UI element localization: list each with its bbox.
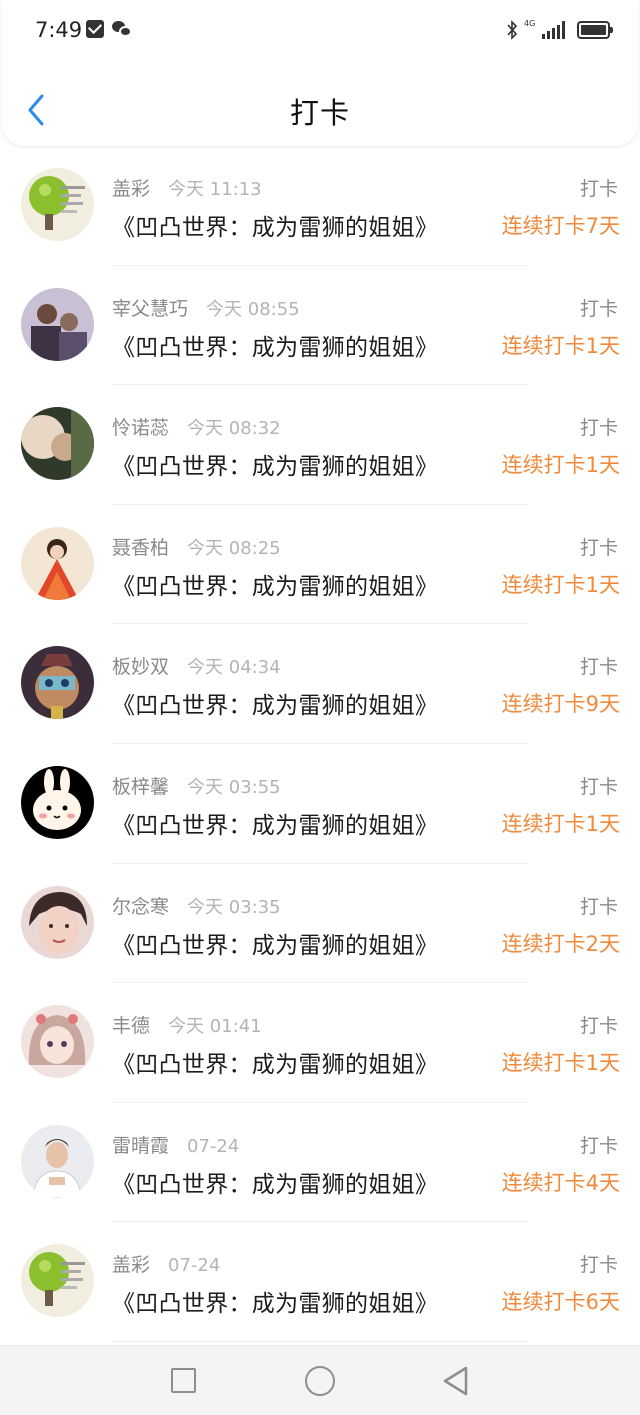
- checkin-tag: 打卡: [579, 536, 618, 559]
- book-title[interactable]: 《凹凸世界：成为雷狮的姐姐》: [112, 208, 438, 242]
- user-name[interactable]: 宰父慧巧: [112, 294, 188, 321]
- book-title[interactable]: 《凹凸世界：成为雷狮的姐姐》: [112, 1165, 438, 1199]
- checkin-time: 07-24: [187, 1135, 240, 1157]
- checkin-row[interactable]: 宰父慧巧 今天 08:55 《凹凸世界：成为雷狮的姐姐》 打卡 连续打卡1天: [0, 266, 640, 386]
- checkin-row[interactable]: 聂香柏 今天 08:25 《凹凸世界：成为雷狮的姐姐》 打卡 连续打卡1天: [0, 505, 640, 625]
- nav-back-button[interactable]: [441, 1365, 471, 1397]
- book-title[interactable]: 《凹凸世界：成为雷狮的姐姐》: [112, 447, 438, 481]
- checkin-time: 今天 03:55: [187, 776, 281, 798]
- checkin-time: 今天 08:25: [187, 537, 281, 559]
- man-avatar[interactable]: [21, 1124, 94, 1198]
- checkin-time: 今天 08:55: [206, 298, 300, 320]
- checkin-row[interactable]: 板梓馨 今天 03:55 《凹凸世界：成为雷狮的姐姐》 打卡 连续打卡1天: [0, 744, 640, 864]
- signal-icon: 4G: [524, 19, 565, 39]
- wechat-icon: [112, 20, 132, 38]
- book-title[interactable]: 《凹凸世界：成为雷狮的姐姐》: [112, 567, 438, 601]
- header-card: 7:49 4G 打卡: [2, 0, 638, 146]
- checkin-row[interactable]: 盖彩 今天 11:13 《凹凸世界：成为雷狮的姐姐》 打卡 连续打卡7天: [0, 146, 640, 266]
- checkin-time: 07-24: [168, 1255, 221, 1277]
- lime-avatar[interactable]: [21, 1244, 94, 1318]
- checkin-row[interactable]: 怜诺蕊 今天 08:32 《凹凸世界：成为雷狮的姐姐》 打卡 连续打卡1天: [0, 385, 640, 505]
- streak-label: 连续打卡1天: [501, 811, 620, 836]
- book-title[interactable]: 《凹凸世界：成为雷狮的姐姐》: [112, 328, 438, 362]
- bluetooth-icon: [507, 20, 518, 40]
- checkin-tag: 打卡: [579, 178, 618, 200]
- checkin-time: 今天 08:32: [187, 418, 281, 440]
- lime-avatar[interactable]: [21, 168, 94, 241]
- user-name[interactable]: 板妙双: [112, 652, 169, 679]
- checkin-tag: 打卡: [579, 656, 618, 679]
- streak-label: 连续打卡4天: [501, 1170, 620, 1195]
- checkin-row[interactable]: 板妙双 今天 04:34 《凹凸世界：成为雷狮的姐姐》 打卡 连续打卡9天: [0, 624, 640, 744]
- status-time: 7:49: [35, 18, 83, 42]
- checkin-tag: 打卡: [579, 1134, 618, 1157]
- streak-label: 连续打卡2天: [501, 931, 620, 956]
- streak-label: 连续打卡6天: [501, 1290, 620, 1315]
- anime-avatar[interactable]: [21, 646, 94, 720]
- book-title[interactable]: 《凹凸世界：成为雷狮的姐姐》: [112, 1045, 438, 1079]
- streak-label: 连续打卡1天: [501, 572, 620, 597]
- bunny-avatar[interactable]: [21, 765, 94, 839]
- user-name[interactable]: 雷晴霞: [112, 1131, 169, 1158]
- streak-label: 连续打卡1天: [501, 453, 620, 478]
- battery-icon: [577, 21, 613, 39]
- checkin-tag: 打卡: [579, 775, 618, 798]
- checkin-tag: 打卡: [579, 417, 618, 440]
- user-name[interactable]: 丰德: [112, 1011, 150, 1038]
- face-avatar[interactable]: [21, 885, 94, 959]
- book-title[interactable]: 《凹凸世界：成为雷狮的姐姐》: [112, 686, 438, 720]
- checkin-tag: 打卡: [579, 895, 618, 918]
- checkin-tag: 打卡: [579, 297, 618, 320]
- book-title[interactable]: 《凹凸世界：成为雷狮的姐姐》: [112, 926, 438, 960]
- recent-apps-button[interactable]: [171, 1368, 196, 1393]
- checkin-time: 今天 01:41: [168, 1016, 262, 1038]
- user-name[interactable]: 板梓馨: [112, 772, 169, 799]
- streak-label: 连续打卡1天: [501, 333, 620, 358]
- status-bar: 7:49 4G: [2, 0, 640, 62]
- user-name[interactable]: 尔念寒: [112, 892, 169, 919]
- streak-label: 连续打卡9天: [501, 692, 620, 717]
- system-nav-bar: [0, 1345, 640, 1415]
- checkin-time: 今天 03:35: [187, 896, 281, 918]
- checkin-page: 7:49 4G 打卡 盖彩 今天 11:13 《凹凸世界：成为雷狮的姐姐》 打卡…: [0, 0, 640, 1415]
- user-name[interactable]: 聂香柏: [112, 533, 169, 560]
- checkin-time: 今天 04:34: [187, 657, 281, 679]
- anime-girl-avatar[interactable]: [21, 1005, 94, 1079]
- streak-label: 连续打卡7天: [501, 214, 620, 238]
- checkin-row[interactable]: 丰德 今天 01:41 《凹凸世界：成为雷狮的姐姐》 打卡 连续打卡1天: [0, 983, 640, 1103]
- home-button[interactable]: [305, 1366, 335, 1396]
- checkin-tag: 打卡: [579, 1015, 618, 1038]
- checkin-time: 今天 11:13: [168, 179, 262, 200]
- checkin-row[interactable]: 尔念寒 今天 03:35 《凹凸世界：成为雷狮的姐姐》 打卡 连续打卡2天: [0, 864, 640, 984]
- user-name[interactable]: 怜诺蕊: [112, 413, 169, 440]
- doll-avatar[interactable]: [21, 526, 94, 600]
- page-title: 打卡: [289, 96, 350, 130]
- group-photo-avatar[interactable]: [21, 287, 94, 361]
- book-title[interactable]: 《凹凸世界：成为雷狮的姐姐》: [112, 806, 438, 840]
- book-title[interactable]: 《凹凸世界：成为雷狮的姐姐》: [112, 1284, 438, 1318]
- checkin-tag: 打卡: [579, 1254, 618, 1277]
- user-name[interactable]: 盖彩: [112, 1250, 150, 1277]
- user-name[interactable]: 盖彩: [112, 174, 150, 201]
- notification-icon: [86, 20, 104, 38]
- checkin-row[interactable]: 雷晴霞 07-24 《凹凸世界：成为雷狮的姐姐》 打卡 连续打卡4天: [0, 1103, 640, 1223]
- portrait-avatar[interactable]: [21, 407, 94, 481]
- checkin-list: 盖彩 今天 11:13 《凹凸世界：成为雷狮的姐姐》 打卡 连续打卡7天 宰父慧…: [0, 146, 640, 1342]
- checkin-row[interactable]: 盖彩 07-24 《凹凸世界：成为雷狮的姐姐》 打卡 连续打卡6天: [0, 1222, 640, 1342]
- streak-label: 连续打卡1天: [501, 1051, 620, 1076]
